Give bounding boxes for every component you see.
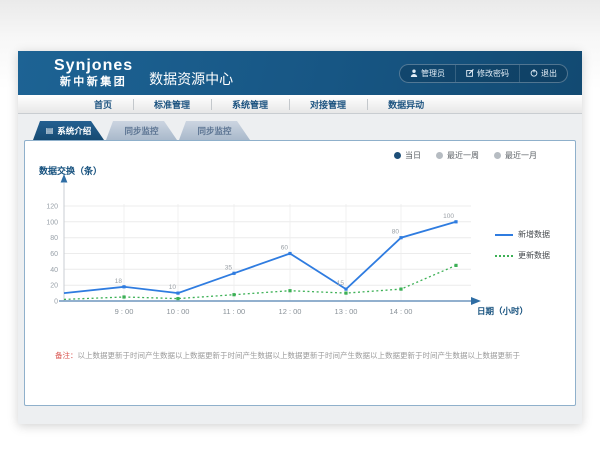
chart-legend: 新增数据 更新数据 [495,229,550,261]
edit-icon [466,69,474,77]
app-header: Synjones 新中新集团 数据资源中心 管理员 修改密码 [18,51,582,95]
svg-text:120: 120 [46,204,58,211]
radio-dot [394,152,401,159]
logout-label: 退出 [541,68,557,79]
app-window: Synjones 新中新集团 数据资源中心 管理员 修改密码 [18,51,582,424]
main-nav: 首页 标准管理 系统管理 对接管理 数据异动 [18,95,582,114]
svg-text:60: 60 [50,251,58,258]
svg-text:80: 80 [50,235,58,242]
tab-sync-monitor-2[interactable]: 同步监控 [179,121,250,140]
radio-label: 当日 [405,150,421,161]
svg-text:11 : 00: 11 : 00 [223,307,245,316]
svg-text:15: 15 [337,280,345,287]
tab-sync-monitor-1[interactable]: 同步监控 [106,121,177,140]
app-title: 数据资源中心 [149,69,233,89]
range-filter-group: 当日 最近一周 最近一月 [394,150,537,161]
legend-update-data: 更新数据 [495,250,550,261]
dotted-line-swatch [495,255,513,257]
svg-text:9 : 00: 9 : 00 [115,307,134,316]
power-icon [530,69,538,77]
svg-text:18: 18 [115,278,123,285]
svg-text:日期（小时）: 日期（小时） [477,306,528,316]
chart-panel: 当日 最近一周 最近一月 数据交换（条） 0204060801001209 : … [24,140,576,406]
user-icon [410,69,418,77]
legend-label: 更新数据 [518,250,550,261]
tab-label: 系统介绍 [57,125,91,137]
brand-logo-en: Synjones [54,58,133,74]
nav-item-standard-mgmt[interactable]: 标准管理 [133,98,211,111]
user-menu: 管理员 修改密码 退出 [399,64,568,83]
content-area: ▤ 系统介绍 同步监控 同步监控 当日 [18,114,582,424]
svg-text:13 : 00: 13 : 00 [335,307,358,316]
solid-line-swatch [495,234,513,236]
screenshot-canvas: Synjones 新中新集团 数据资源中心 管理员 修改密码 [0,0,600,450]
radio-label: 最近一周 [447,150,479,161]
tab-label: 同步监控 [197,125,231,137]
svg-text:80: 80 [392,229,400,236]
brand-logo-cn: 新中新集团 [60,77,128,88]
footnote-prefix: 备注： [55,351,78,360]
svg-text:14 : 00: 14 : 00 [390,307,413,316]
nav-item-interface-mgmt[interactable]: 对接管理 [289,98,367,111]
radio-dot [436,152,443,159]
footnote-text: 以上数据更新于时间产生数据以上数据更新于时间产生数据以上数据更新于时间产生数据以… [78,351,521,360]
svg-text:35: 35 [225,264,233,271]
change-password-label: 修改密码 [477,68,509,79]
svg-text:60: 60 [281,245,289,252]
range-option-last-month[interactable]: 最近一月 [494,150,537,161]
legend-label: 新增数据 [518,229,550,240]
legend-new-data: 新增数据 [495,229,550,240]
tab-bar: ▤ 系统介绍 同步监控 同步监控 [33,121,576,140]
radio-label: 最近一月 [505,150,537,161]
svg-text:20: 20 [50,283,58,290]
tab-label: 同步监控 [124,125,158,137]
change-password-button[interactable]: 修改密码 [455,65,519,82]
radio-dot [494,152,501,159]
range-option-today[interactable]: 当日 [394,150,421,161]
user-label: 管理员 [421,68,445,79]
nav-item-data-change[interactable]: 数据异动 [367,98,445,111]
nav-item-system-mgmt[interactable]: 系统管理 [211,98,289,111]
svg-text:10 : 00: 10 : 00 [167,307,190,316]
range-option-last-week[interactable]: 最近一周 [436,150,479,161]
logout-button[interactable]: 退出 [519,65,567,82]
svg-text:0: 0 [54,299,58,306]
svg-text:100: 100 [443,213,454,220]
line-chart: 0 20 40 60 80 100 120 9 : 00 10 : 00 11 : 00 12 : … [25,171,571,323]
svg-text:40: 40 [50,267,58,274]
svg-text:100: 100 [46,219,58,226]
footnote: 备注：以上数据更新于时间产生数据以上数据更新于时间产生数据以上数据更新于时间产生… [55,350,555,361]
svg-text:10: 10 [169,284,177,291]
tab-system-intro[interactable]: ▤ 系统介绍 [33,121,104,140]
nav-item-home[interactable]: 首页 [73,98,133,111]
brand-logo: Synjones 新中新集团 [54,58,133,88]
document-icon: ▤ [46,127,54,135]
user-button[interactable]: 管理员 [400,65,455,82]
svg-text:12 : 00: 12 : 00 [279,307,302,316]
